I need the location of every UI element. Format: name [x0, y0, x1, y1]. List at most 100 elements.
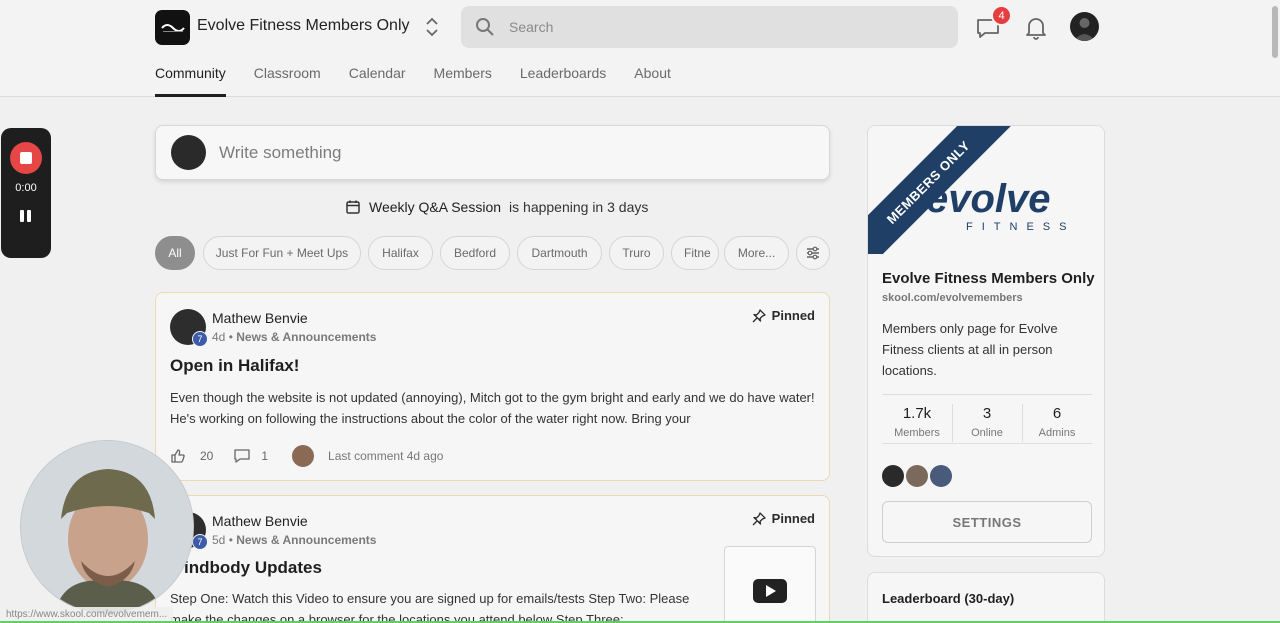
event-name[interactable]: Weekly Q&A Session [369, 199, 501, 215]
group-name[interactable]: Evolve Fitness Members Only [197, 17, 410, 35]
post-author[interactable]: Mathew Benvie [212, 310, 308, 326]
chip-truro[interactable]: Truro [609, 236, 664, 270]
page-scrollbar[interactable] [1270, 0, 1280, 623]
group-description: Members only page for Evolve Fitness cli… [882, 321, 1058, 378]
brand-sub: FITNESS [966, 221, 1075, 233]
pinned-label: Pinned [752, 308, 815, 323]
play-icon [753, 579, 787, 603]
pin-icon [752, 308, 766, 322]
post-body: Even though the website is not updated (… [170, 390, 815, 426]
post-time: 4d [212, 330, 226, 344]
logo-mark-icon [160, 23, 185, 32]
stat-members[interactable]: 1.7k Members [882, 395, 952, 443]
stat-label: Online [971, 427, 1003, 439]
member-avatars [882, 465, 952, 487]
stat-value: 6 [1052, 405, 1062, 422]
avatar[interactable] [906, 465, 928, 487]
chevron-updown-icon[interactable] [424, 16, 440, 38]
tab-classroom[interactable]: Classroom [254, 62, 321, 97]
chip-just-for-fun[interactable]: Just For Fun + Meet Ups [203, 236, 361, 270]
video-thumbnail[interactable] [724, 546, 816, 623]
level-badge: 7 [192, 534, 208, 550]
nav-tabs: Community Classroom Calendar Members Lea… [155, 62, 699, 97]
comment-icon[interactable] [233, 448, 251, 464]
search-input[interactable] [509, 6, 939, 48]
post-title[interactable]: indbody Updates [184, 558, 322, 578]
search-bar[interactable] [461, 6, 958, 48]
chip-bedford[interactable]: Bedford [440, 236, 510, 270]
leaderboard-title: Leaderboard (30-day) [882, 591, 1015, 606]
search-icon [476, 18, 494, 36]
chip-fitness[interactable]: Fitne [671, 236, 719, 270]
pinned-text: Pinned [771, 308, 815, 323]
group-cover: MEMBERS ONLY evolve FITNESS [868, 126, 1104, 254]
tab-calendar[interactable]: Calendar [349, 62, 406, 97]
chip-halifax[interactable]: Halifax [368, 236, 433, 270]
webcam-overlay [20, 440, 194, 614]
page: Evolve Fitness Members Only 4 Community … [0, 0, 1280, 623]
chip-dartmouth[interactable]: Dartmouth [517, 236, 602, 270]
stat-label: Members [894, 427, 940, 439]
comment-count: 1 [261, 449, 269, 463]
pause-icon[interactable] [20, 210, 32, 222]
level-badge: 7 [192, 331, 208, 347]
tab-leaderboards[interactable]: Leaderboards [520, 62, 606, 97]
stat-value: 1.7k [902, 405, 932, 422]
stop-record-button[interactable] [10, 142, 42, 174]
brand-word: evolve [926, 177, 1051, 221]
like-count: 20 [200, 449, 214, 463]
tab-members[interactable]: Members [434, 62, 492, 97]
user-avatar[interactable] [1070, 12, 1099, 41]
pin-icon [752, 511, 766, 525]
scrollbar-thumb[interactable] [1272, 6, 1278, 58]
chip-all[interactable]: All [155, 236, 195, 270]
post-category[interactable]: News & Announcements [236, 533, 376, 547]
calendar-icon [346, 200, 360, 214]
group-title: Evolve Fitness Members Only [882, 270, 1095, 287]
top-header: Evolve Fitness Members Only 4 Community … [0, 0, 1280, 97]
presenter-video [21, 441, 193, 613]
post-body: Step One: Watch this Video to ensure you… [170, 591, 690, 623]
stat-value: 3 [982, 405, 992, 422]
post-composer[interactable]: Write something [155, 125, 830, 180]
chat-badge: 4 [991, 5, 1012, 26]
avatar[interactable] [882, 465, 904, 487]
stat-admins[interactable]: 6 Admins [1022, 395, 1092, 443]
last-comment-time: Last comment 4d ago [328, 449, 444, 463]
bell-icon[interactable] [1023, 15, 1049, 41]
post-time: 5d [212, 533, 226, 547]
sliders-icon [807, 246, 819, 260]
group-stats: 1.7k Members 3 Online 6 Admins [882, 394, 1092, 444]
post-card[interactable]: 7 Mathew Benvie 5d • News & Announcement… [155, 495, 830, 623]
leaderboard-card: Leaderboard (30-day) [867, 572, 1105, 623]
upcoming-event[interactable]: Weekly Q&A Session is happening in 3 day… [345, 199, 648, 215]
avatar[interactable] [930, 465, 952, 487]
event-suffix: is happening in 3 days [509, 199, 649, 215]
composer-avatar [171, 135, 206, 170]
record-timer: 0:00 [15, 182, 37, 194]
group-info-card: MEMBERS ONLY evolve FITNESS Evolve Fitne… [867, 125, 1105, 557]
group-url[interactable]: skool.com/evolvemembers [882, 292, 1023, 304]
category-filter: All Just For Fun + Meet Ups Halifax Bedf… [155, 236, 830, 270]
filter-settings-button[interactable] [796, 236, 830, 270]
post-meta: 4d • News & Announcements [212, 330, 377, 344]
screen-recorder-widget: 0:00 [1, 128, 51, 258]
like-icon[interactable] [170, 448, 186, 464]
person-icon [1074, 18, 1095, 41]
evolve-brand-logo: evolve FITNESS [926, 177, 1075, 233]
pinned-text: Pinned [771, 511, 815, 526]
stat-online[interactable]: 3 Online [952, 395, 1022, 443]
post-card[interactable]: 7 Mathew Benvie 4d • News & Announcement… [155, 292, 830, 481]
pinned-label: Pinned [752, 511, 815, 526]
post-category[interactable]: News & Announcements [236, 330, 376, 344]
chip-more[interactable]: More... [724, 236, 789, 270]
post-footer: 20 1 Last comment 4d ago [170, 445, 444, 467]
group-logo[interactable] [155, 10, 190, 45]
tab-community[interactable]: Community [155, 62, 226, 97]
composer-placeholder[interactable]: Write something [219, 143, 342, 163]
post-title[interactable]: Open in Halifax! [170, 356, 299, 376]
settings-button[interactable]: SETTINGS [882, 501, 1092, 543]
tab-about[interactable]: About [634, 62, 671, 97]
post-author[interactable]: Mathew Benvie [212, 513, 308, 529]
last-commenter-avatar[interactable] [292, 445, 315, 467]
